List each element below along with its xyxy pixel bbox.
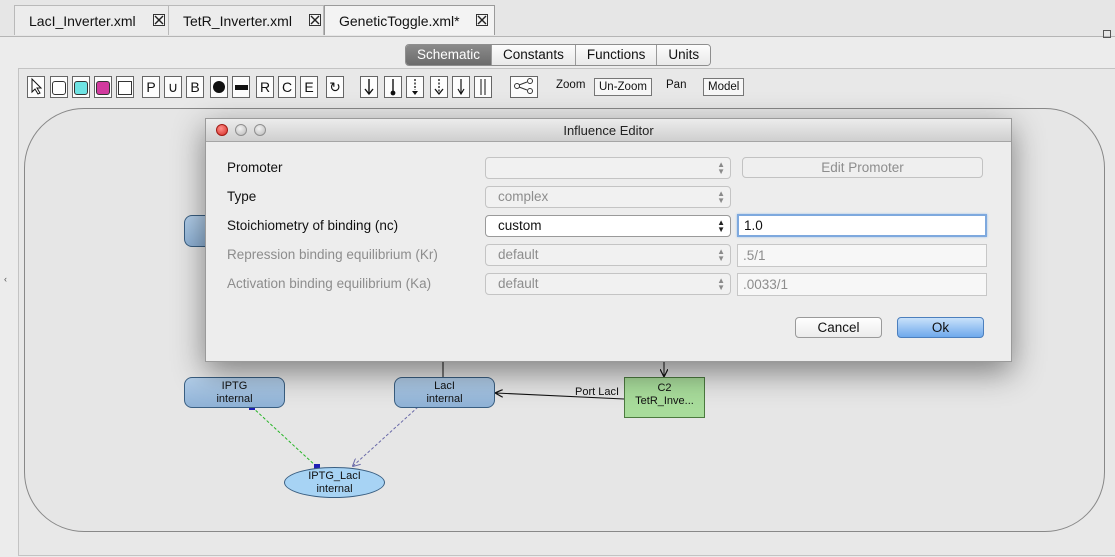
activation-select-value: default [498,276,539,291]
type-label: Type [227,189,257,204]
node-iptg-laci[interactable]: IPTG_LacI internal [284,467,385,498]
node-iptg[interactable]: IPTG internal [184,377,285,408]
cancel-button[interactable]: Cancel [795,317,882,338]
stoichiometry-select-value: custom [498,218,542,233]
repression-select[interactable]: default ▲ ▼ [485,244,731,266]
stoichiometry-field[interactable]: 1.0 [737,214,987,237]
edit-promoter-button[interactable]: Edit Promoter [742,157,983,178]
stoichiometry-label: Stoichiometry of binding (nc) [227,218,399,233]
chevron-updown-icon: ▲ ▼ [717,276,725,292]
chevron-updown-icon: ▲ ▼ [717,189,725,205]
repression-select-value: default [498,247,539,262]
type-select-value: complex [498,189,549,204]
edge-label: Port LacI [575,386,620,398]
node-c2[interactable]: C2 TetR_Inve... [624,377,705,418]
repression-label: Repression binding equilibrium (Kr) [227,247,438,262]
chevron-updown-icon: ▲ ▼ [717,218,725,234]
type-select[interactable]: complex ▲ ▼ [485,186,731,208]
chevron-updown-icon: ▲ ▼ [717,160,725,176]
node-title: C2 [657,382,672,394]
chevron-updown-icon: ▲ ▼ [717,247,725,263]
node-title: IPTG [221,380,248,392]
promoter-label: Promoter [227,160,283,175]
node-title: IPTG_LacI [308,470,361,482]
influence-editor-dialog: Influence Editor Promoter ▲ ▼ Edit Promot… [205,118,1012,362]
activation-field[interactable]: .0033/1 [737,273,987,296]
node-title: LacI [434,380,455,392]
dialog-title: Influence Editor [563,123,654,138]
stoichiometry-select[interactable]: custom ▲ ▼ [485,215,731,237]
dialog-titlebar[interactable]: Influence Editor [206,119,1011,142]
node-subtitle: internal [216,393,253,405]
node-subtitle: TetR_Inve... [635,395,694,407]
ok-button[interactable]: Ok [897,317,984,338]
promoter-select[interactable]: ▲ ▼ [485,157,731,179]
node-subtitle: internal [316,483,353,495]
activation-select[interactable]: default ▲ ▼ [485,273,731,295]
repression-field[interactable]: .5/1 [737,244,987,267]
node-subtitle: internal [426,393,463,405]
edge-laci-complex[interactable] [353,406,419,466]
activation-label: Activation binding equilibrium (Ka) [227,276,432,291]
edge-iptg-complex[interactable] [251,406,318,468]
node-laci[interactable]: LacI internal [394,377,495,408]
